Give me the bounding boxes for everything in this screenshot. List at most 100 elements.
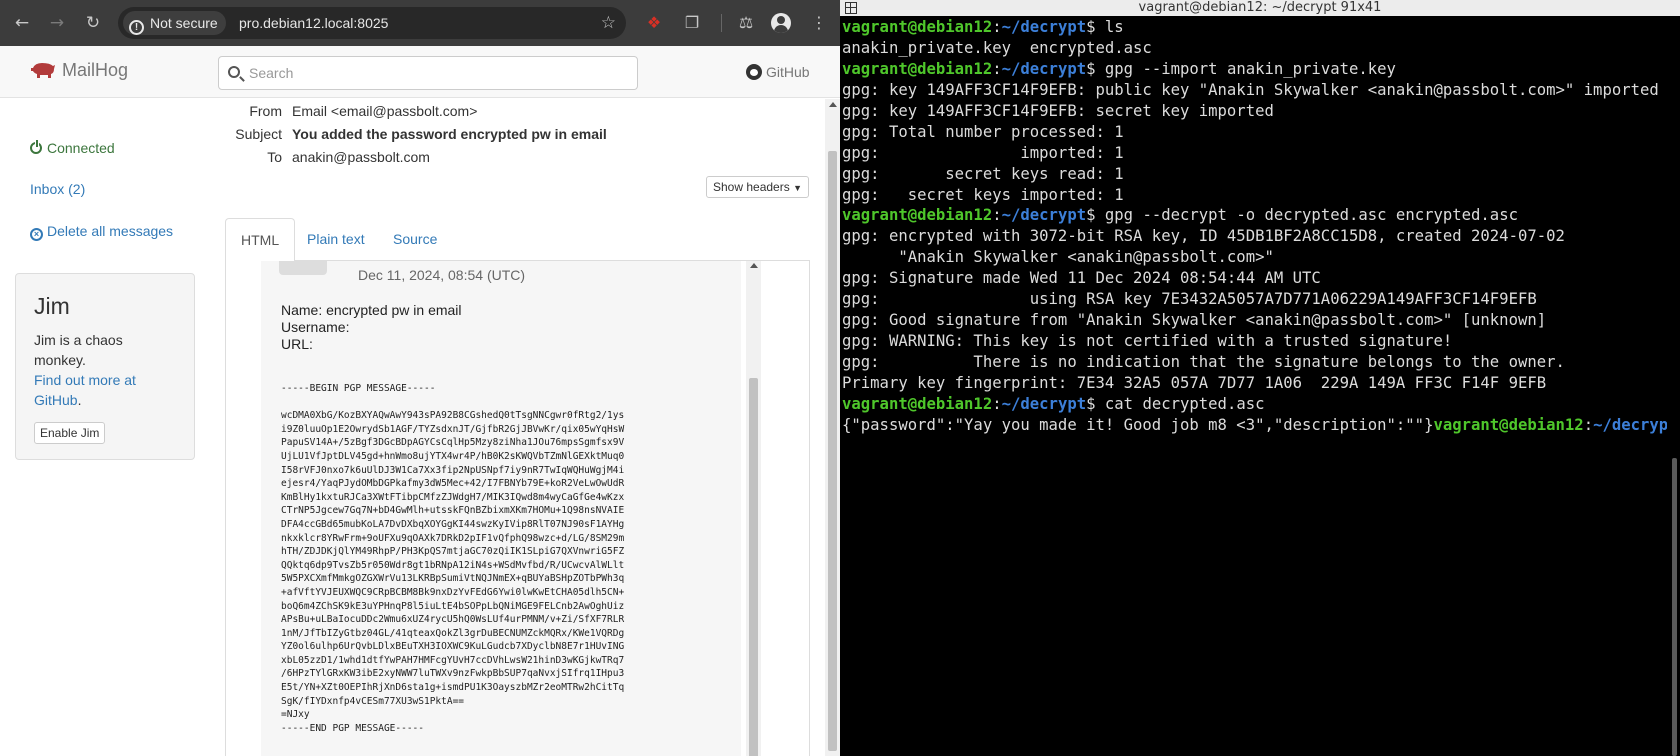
terminal-command-line: vagrant@debian12:~/decrypt$ ls: [842, 17, 1667, 38]
tab-html[interactable]: HTML: [225, 218, 296, 262]
terminal-output-line: gpg: key 149AFF3CF14F9EFB: secret key im…: [842, 101, 1667, 122]
prompt-separator: :: [1583, 415, 1594, 434]
prompt-path: ~/decrypt: [1001, 394, 1087, 413]
from-value: Email <email@passbolt.com>: [292, 103, 478, 119]
page-scrollbar[interactable]: [825, 99, 840, 756]
pgp-line: PapuSV14A+/5zBgf3DGcBDpAGYCsCqlHp5Mzy8zi…: [281, 437, 625, 449]
browser-menu-icon[interactable]: ⋮: [806, 10, 832, 36]
pgp-line: boQ6m4ZChSK9kE3uYPHnqP8l5iuLtE4bSOPpLbQN…: [281, 600, 625, 612]
prompt-user: vagrant@debian12: [1433, 415, 1584, 434]
enable-jim-button[interactable]: Enable Jim: [34, 422, 106, 444]
prompt-user: vagrant@debian12: [842, 59, 993, 78]
email-body: Dec 11, 2024, 08:54 (UTC) Name: encrypte…: [261, 261, 741, 756]
profile-avatar-icon[interactable]: [771, 13, 791, 33]
delete-all-label: Delete all messages: [47, 223, 174, 239]
security-chip[interactable]: ! Not secure: [123, 11, 226, 35]
pgp-line: KmBlHy1kxtuRJCa3XWtFTibpCMfzZJWdgH7/MIK3…: [281, 491, 625, 503]
subject-label: Subject: [235, 126, 282, 142]
pgp-line: CTrNP5Jgcew7Gq7N+bD4GwMlh+utsskFQnBZbixm…: [281, 505, 625, 517]
jim-find-out-more-link[interactable]: Find out more at GitHub: [34, 372, 136, 408]
resource-url: URL:: [281, 336, 313, 352]
prompt-separator: :: [992, 206, 1002, 225]
output-text: gpg: Signature made Wed 11 Dec 2024 08:5…: [842, 269, 1321, 288]
command-text: gpg --import anakin_private.key: [1104, 59, 1396, 78]
pgp-line: 1nM/JfTbIZyGtbz04GL/41qteaxQokZl3grDuBEC…: [281, 627, 625, 639]
search-icon: [228, 66, 240, 78]
brand-name: MailHog: [62, 60, 129, 80]
jim-description: Jim is a chaos monkey.: [34, 332, 123, 368]
prompt-path: ~/decrypt: [1001, 18, 1087, 36]
avatar: [279, 261, 327, 275]
address-bar[interactable]: ! Not secure pro.debian12.local:8025 ☆: [118, 7, 626, 39]
preview-scrollbar[interactable]: [746, 261, 761, 756]
labs-flask-icon[interactable]: ⚖: [733, 10, 759, 36]
page-scrollbar-thumb[interactable]: [828, 151, 837, 751]
terminal-output-line: gpg: using RSA key 7E3432A5057A7D771A062…: [842, 289, 1667, 310]
message-tabs: HTML Plain text Source: [225, 218, 810, 262]
prompt-path: ~/decrypt: [1593, 415, 1667, 434]
jim-title: Jim: [34, 293, 70, 319]
sidebar: Connected Inbox (2) × Delete all messages…: [0, 99, 210, 756]
terminal-output-line: "Anakin Skywalker <anakin@passbolt.com>": [842, 247, 1667, 268]
prompt-end: $: [1086, 59, 1105, 78]
output-text: gpg: key 149AFF3CF14F9EFB: secret key im…: [842, 101, 1274, 120]
power-icon: [30, 140, 42, 154]
terminal-output-line: gpg: encrypted with 3072-bit RSA key, ID…: [842, 226, 1667, 247]
terminal-output-line: gpg: Signature made Wed 11 Dec 2024 08:5…: [842, 268, 1667, 289]
puzzle-extensions-icon[interactable]: ❐: [679, 10, 705, 36]
terminal-titlebar: vagrant@debian12: ~/decrypt 91x41: [840, 0, 1680, 16]
extension-icon[interactable]: ❖: [641, 10, 667, 36]
browser-window: ← → ↻ ! Not secure pro.debian12.local:802…: [0, 0, 840, 756]
tab-source[interactable]: Source: [378, 218, 452, 261]
inbox-link[interactable]: Inbox (2): [30, 179, 85, 199]
output-text: {"password":"Yay you made it! Good job m…: [842, 415, 1434, 434]
output-text: anakin_private.key encrypted.asc: [842, 38, 1152, 57]
forward-icon[interactable]: →: [44, 10, 70, 36]
warning-icon: !: [129, 20, 144, 35]
tab-plain-text[interactable]: Plain text: [292, 218, 380, 261]
terminal-output-line: {"password":"Yay you made it! Good job m…: [842, 415, 1667, 436]
html-preview-frame: Dec 11, 2024, 08:54 (UTC) Name: encrypte…: [225, 261, 810, 756]
github-link[interactable]: GitHub: [746, 59, 810, 85]
back-icon[interactable]: ←: [9, 10, 35, 36]
prompt-end: $: [1086, 394, 1105, 413]
scroll-up-arrow-icon[interactable]: [750, 263, 758, 268]
pgp-line: i9Z0luuOp1E2OwrydSb1AGF/TYZsdxnJT/GjfbR2…: [281, 423, 625, 435]
github-label: GitHub: [766, 64, 810, 80]
pgp-message-block: -----BEGIN PGP MESSAGE----- wcDMA0XbG/Ko…: [281, 382, 624, 735]
output-text: gpg: Good signature from "Anakin Skywalk…: [842, 311, 1547, 330]
delete-circle-icon: ×: [30, 228, 43, 241]
pgp-line: I58rVFJ0nxo7k6uUlDJ3W1Ca7Xx3fip2NpUSNpf7…: [281, 464, 625, 476]
prompt-user: vagrant@debian12: [842, 394, 993, 413]
terminal-output-line: gpg: imported: 1: [842, 143, 1667, 164]
toolbar-divider: [721, 14, 722, 32]
url-text[interactable]: pro.debian12.local:8025: [239, 7, 388, 39]
pgp-line: =NJxy: [281, 709, 310, 721]
pgp-line: wcDMA0XbG/KozBXYAQwAwY943sPA92B8CGshedQ0…: [281, 410, 625, 422]
search-input[interactable]: [249, 57, 629, 89]
connected-status[interactable]: Connected: [30, 138, 115, 158]
terminal-output-line: gpg: secret keys imported: 1: [842, 185, 1667, 206]
pgp-line: QQktq6dp9TvsZb5r050Wdr8gt1bRNpA12iN4s+WS…: [281, 559, 625, 571]
output-text: gpg: secret keys read: 1: [842, 164, 1124, 183]
browser-toolbar: ← → ↻ ! Not secure pro.debian12.local:802…: [0, 0, 840, 46]
search-box[interactable]: [218, 56, 638, 90]
prompt-end: $: [1086, 18, 1105, 36]
terminal-scrollbar[interactable]: [1672, 458, 1677, 756]
terminal-menu-icon[interactable]: [845, 2, 857, 14]
terminal-output[interactable]: vagrant@debian12:~/decrypt$ ls anakin_pri…: [842, 17, 1667, 436]
prompt-path: ~/decrypt: [1001, 206, 1087, 225]
message-view: From Email <email@passbolt.com> Subject …: [210, 99, 825, 756]
preview-scrollbar-thumb[interactable]: [749, 378, 758, 756]
pgp-line: -----BEGIN PGP MESSAGE-----: [281, 383, 436, 394]
output-text: gpg: imported: 1: [842, 143, 1124, 162]
reload-icon[interactable]: ↻: [80, 10, 106, 36]
delete-all-messages-link[interactable]: × Delete all messages: [30, 221, 173, 241]
to-value: anakin@passbolt.com: [292, 149, 430, 165]
pgp-line: YZ0ol6ulhp6UrQvbLDlxBEuTXH3IOXWC9KuLGudc…: [281, 641, 625, 653]
output-text: gpg: using RSA key 7E3432A5057A7D771A062…: [842, 290, 1537, 309]
terminal-output-line: gpg: There is no indication that the sig…: [842, 352, 1667, 373]
scroll-up-arrow-icon[interactable]: [829, 102, 837, 107]
bookmark-star-icon[interactable]: ☆: [601, 7, 616, 39]
show-headers-button[interactable]: Show headers ▼: [706, 176, 809, 198]
